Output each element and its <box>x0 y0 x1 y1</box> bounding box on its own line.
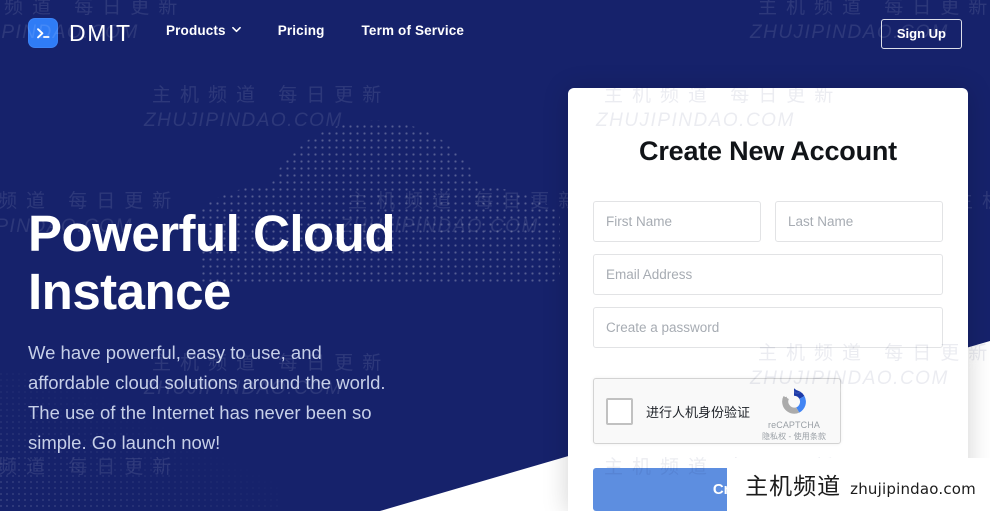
nav-item-products[interactable]: Products <box>166 23 241 38</box>
nav-item-pricing-label: Pricing <box>277 23 325 38</box>
watermark-badge-chinese: 主机频道 <box>745 474 842 500</box>
recaptcha-branding: reCAPTCHA 隐私权 - 使用条款 <box>757 386 831 442</box>
page-root: DMIT Products Pricing Term of Service Si… <box>0 0 990 511</box>
name-row <box>593 201 943 242</box>
hero-title: Powerful Cloud Instance <box>28 205 448 321</box>
navbar: DMIT Products Pricing Term of Service Si… <box>0 0 990 67</box>
last-name-input[interactable] <box>775 201 943 242</box>
hero-title-line-1: Powerful Cloud <box>28 205 395 262</box>
recaptcha-checkbox[interactable] <box>606 397 633 425</box>
password-input[interactable] <box>593 307 943 348</box>
watermark-badge-english: zhujipindao.com <box>850 480 976 498</box>
recaptcha-label: 进行人机身份验证 <box>646 404 751 420</box>
signup-card: Create New Account 进行人机身份验证 <box>568 88 968 511</box>
hero-copy: Powerful Cloud Instance We have powerful… <box>28 205 448 458</box>
watermark-badge: 主机频道 zhujipindao.com <box>727 458 990 511</box>
nav-item-term-of-service[interactable]: Term of Service <box>362 23 465 38</box>
nav-item-products-label: Products <box>166 23 226 38</box>
sign-up-button[interactable]: Sign Up <box>880 19 962 49</box>
chevron-down-icon <box>231 25 241 34</box>
recaptcha-terms-text[interactable]: 隐私权 - 使用条款 <box>757 431 831 442</box>
hero-subtitle: We have powerful, easy to use, and affor… <box>28 342 386 453</box>
first-name-input[interactable] <box>593 201 761 242</box>
recaptcha-widget[interactable]: 进行人机身份验证 reCAPTCHA 隐私权 - 使用条款 <box>593 378 841 444</box>
email-input[interactable] <box>593 254 943 295</box>
nav-item-pricing[interactable]: Pricing <box>278 23 325 38</box>
nav-links: Products Pricing Term of Service <box>166 23 464 38</box>
recaptcha-brand-text: reCAPTCHA <box>768 420 820 430</box>
brand-logo[interactable]: DMIT <box>28 18 132 48</box>
form-title: Create New Account <box>639 136 897 166</box>
nav-item-tos-label: Term of Service <box>361 23 465 38</box>
brand-name: DMIT <box>69 19 132 46</box>
hero-title-line-2: Instance <box>28 263 231 320</box>
terminal-prompt-icon <box>28 18 58 48</box>
recaptcha-logo-icon <box>778 386 810 418</box>
